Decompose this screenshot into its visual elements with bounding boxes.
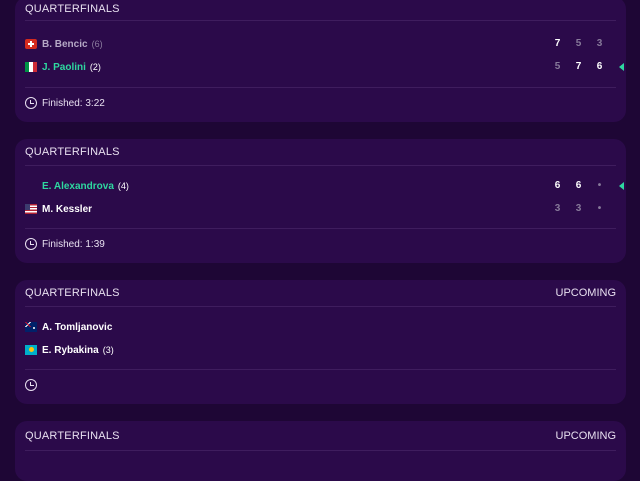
finished-time: Finished: 3:22	[42, 97, 105, 109]
match-header: QUARTERFINALS	[25, 139, 616, 166]
player-row: E. Alexandrova (4) 6 6 •	[25, 177, 624, 195]
finished-time: Finished: 1:39	[42, 238, 105, 250]
match-footer: Finished: 3:22	[25, 95, 105, 111]
clock-icon	[25, 97, 37, 109]
set-scores: 7 5 3	[547, 35, 610, 53]
match-status: UPCOMING	[555, 287, 617, 299]
player-row: J. Paolini (2) 5 7 6	[25, 58, 624, 76]
clock-icon	[25, 238, 37, 250]
player-row: A. Tomljanovic	[25, 318, 616, 336]
match-status: UPCOMING	[555, 429, 617, 442]
round-label: QUARTERFINALS	[25, 2, 120, 15]
set-score: 6	[575, 180, 582, 191]
set-score: 6	[596, 61, 603, 72]
winner-indicator-icon	[619, 63, 624, 71]
player-name: B. Bencic	[42, 38, 88, 50]
match-header: QUARTERFINALS UPCOMING	[25, 280, 616, 307]
set-score: •	[597, 180, 602, 191]
set-score: 3	[575, 203, 582, 214]
clock-icon	[25, 379, 37, 391]
set-score: •	[597, 203, 602, 214]
set-scores: 5 7 6	[547, 58, 624, 76]
player-name: A. Tomljanovic	[42, 321, 113, 333]
player-name: M. Kessler	[42, 203, 93, 215]
match-card[interactable]: QUARTERFINALS E. Alexandrova (4) 6 6 • M…	[15, 139, 626, 263]
player-name: E. Alexandrova	[42, 180, 114, 192]
player-seed: (3)	[102, 345, 114, 355]
match-header: QUARTERFINALS	[25, 0, 616, 21]
match-footer	[25, 377, 42, 393]
italy-flag-icon	[25, 62, 37, 72]
set-score: 3	[596, 38, 603, 49]
round-label: QUARTERFINALS	[25, 429, 120, 442]
switzerland-flag-icon	[25, 39, 37, 49]
set-score: 7	[575, 61, 582, 72]
set-scores: 3 3 •	[547, 200, 610, 218]
player-seed: (6)	[91, 39, 103, 49]
kazakhstan-flag-icon	[25, 345, 37, 355]
flag-icon	[25, 181, 37, 191]
winner-indicator-icon	[619, 182, 624, 190]
player-row: E. Rybakina (3)	[25, 341, 616, 359]
match-header: QUARTERFINALS UPCOMING	[25, 421, 616, 451]
usa-flag-icon	[25, 204, 37, 214]
match-card[interactable]: QUARTERFINALS UPCOMING	[15, 421, 626, 481]
set-score: 5	[575, 38, 582, 49]
set-scores: 6 6 •	[547, 177, 624, 195]
player-seed: (4)	[117, 181, 129, 191]
set-score: 5	[554, 61, 561, 72]
set-score: 3	[554, 203, 561, 214]
player-seed: (2)	[89, 62, 101, 72]
match-card[interactable]: QUARTERFINALS UPCOMING A. Tomljanovic E.…	[15, 280, 626, 404]
round-label: QUARTERFINALS	[25, 146, 120, 158]
player-name: J. Paolini	[42, 61, 86, 73]
divider	[25, 369, 616, 370]
player-name: E. Rybakina	[42, 344, 99, 356]
divider	[25, 87, 616, 88]
set-score: 6	[554, 180, 561, 191]
round-label: QUARTERFINALS	[25, 287, 120, 299]
player-row: M. Kessler 3 3 •	[25, 200, 616, 218]
match-footer: Finished: 1:39	[25, 236, 105, 252]
divider	[25, 228, 616, 229]
australia-flag-icon	[25, 322, 37, 332]
match-card[interactable]: QUARTERFINALS B. Bencic (6) 7 5 3 J. Pao…	[15, 0, 626, 122]
player-row: B. Bencic (6) 7 5 3	[25, 35, 616, 53]
set-score: 7	[554, 38, 561, 49]
